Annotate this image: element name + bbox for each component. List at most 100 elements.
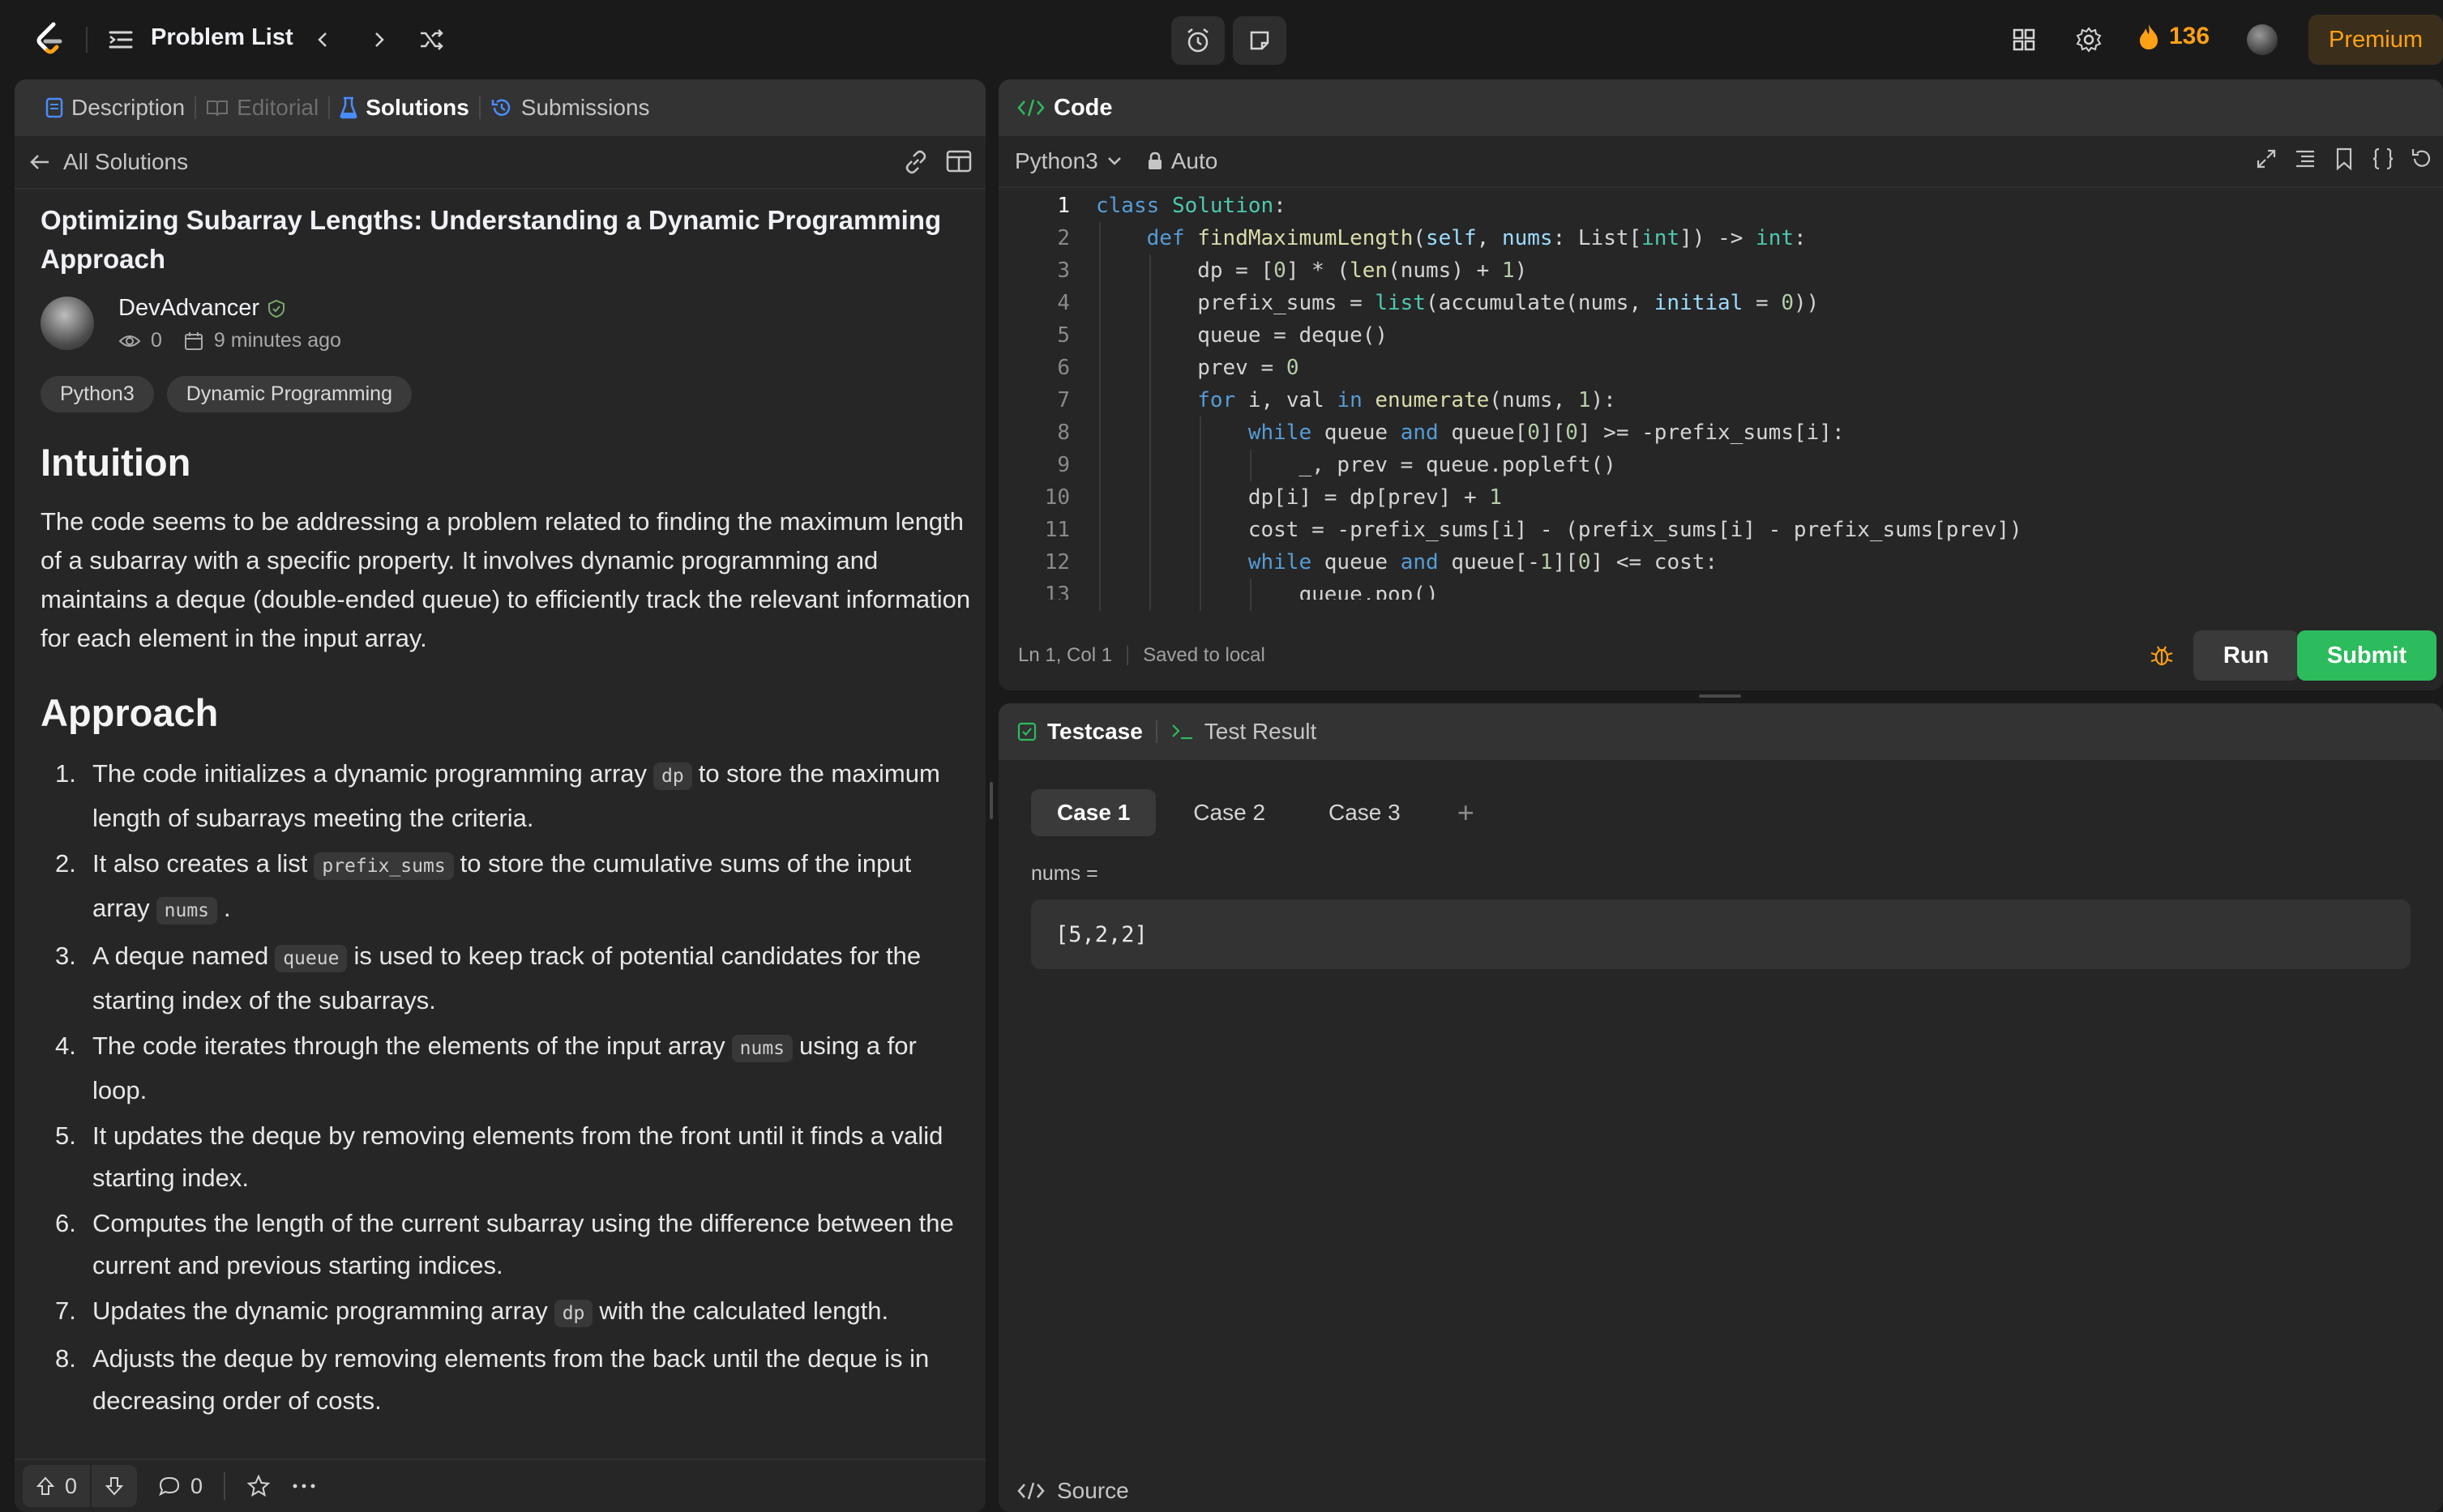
tab-solutions[interactable]: Solutions bbox=[330, 79, 479, 136]
solution-subbar: All Solutions bbox=[15, 136, 986, 190]
random-problem-button[interactable] bbox=[415, 23, 449, 57]
notes-button[interactable] bbox=[1233, 16, 1286, 65]
step-text: Updates the dynamic programming array bbox=[92, 1296, 548, 1325]
debugger-icon[interactable] bbox=[2148, 642, 2176, 669]
navbar-divider bbox=[86, 27, 88, 53]
code-line: 12 while queue and queue[-1][0] <= cost: bbox=[999, 546, 2443, 579]
code-text: dp[i] = dp[prev] + 1 bbox=[1096, 485, 1502, 510]
tab-testcase[interactable]: Testcase bbox=[1016, 719, 1143, 745]
code-line: 8 while queue and queue[0][0] >= -prefix… bbox=[999, 416, 2443, 449]
step-text: The code initializes a dynamic programmi… bbox=[92, 759, 648, 788]
tag-list: Python3 Dynamic Programming bbox=[41, 376, 973, 412]
inline-code: dp bbox=[653, 762, 692, 790]
code-editor[interactable]: 1 class Solution: 2 def findMaximumLength… bbox=[999, 190, 2443, 690]
prev-problem-button[interactable] bbox=[306, 23, 340, 57]
tab-editorial[interactable]: Editorial bbox=[196, 79, 328, 136]
code-text: queue.pop() bbox=[1096, 583, 1439, 600]
tag-python3[interactable]: Python3 bbox=[41, 376, 154, 412]
code-line: 7 for i, val in enumerate(nums, 1): bbox=[999, 384, 2443, 416]
tab-label: Submissions bbox=[520, 95, 650, 120]
bookmark-icon[interactable] bbox=[2331, 146, 2357, 172]
tab-description[interactable]: Description bbox=[36, 79, 195, 136]
submit-button[interactable]: Submit bbox=[2297, 630, 2437, 681]
list-item: 7. Updates the dynamic programming array d… bbox=[41, 1290, 973, 1335]
language-select[interactable]: Python3 bbox=[1015, 148, 1123, 174]
line-number: 4 bbox=[1057, 291, 1070, 315]
leetcode-logo[interactable] bbox=[29, 19, 70, 60]
tab-test-result[interactable]: Test Result bbox=[1170, 719, 1316, 745]
horizontal-resize-handle[interactable] bbox=[1699, 694, 1741, 698]
code-icon bbox=[1017, 99, 1045, 117]
code-text: dp = [0] * (len(nums) + 1) bbox=[1096, 258, 1528, 283]
add-case-button[interactable]: + bbox=[1457, 796, 1474, 830]
list-icon[interactable] bbox=[107, 26, 135, 53]
code-line: 13 queue.pop() bbox=[999, 579, 2443, 600]
all-solutions-back-button[interactable]: All Solutions bbox=[29, 149, 188, 175]
streak-counter[interactable]: 136 bbox=[2137, 23, 2210, 50]
terminal-icon bbox=[1172, 724, 1192, 740]
line-number: 1 bbox=[1057, 194, 1070, 218]
case-1-tab[interactable]: Case 1 bbox=[1031, 789, 1157, 836]
inline-code: nums bbox=[156, 897, 218, 925]
case-tabs: Case 1 Case 2 Case 3 + bbox=[1031, 789, 1474, 836]
step-number: 7. bbox=[55, 1296, 76, 1325]
author-name[interactable]: DevAdvancer bbox=[118, 295, 259, 322]
case-2-tab[interactable]: Case 2 bbox=[1167, 789, 1291, 836]
flame-icon bbox=[2140, 24, 2158, 49]
braces-icon[interactable] bbox=[2370, 146, 2396, 172]
language-label: Python3 bbox=[1015, 148, 1098, 173]
case-3-tab[interactable]: Case 3 bbox=[1303, 789, 1427, 836]
format-lines-icon[interactable] bbox=[2292, 146, 2318, 172]
code-line: 11 cost = -prefix_sums[i] - (prefix_sums… bbox=[999, 514, 2443, 546]
shuffle-icon bbox=[421, 29, 443, 50]
settings-button[interactable] bbox=[2072, 23, 2106, 57]
code-text: prev = 0 bbox=[1096, 356, 1299, 380]
vertical-resize-handle[interactable] bbox=[990, 782, 993, 819]
line-number: 2 bbox=[1057, 226, 1070, 250]
verified-badge-icon bbox=[268, 299, 285, 318]
premium-button[interactable]: Premium bbox=[2308, 15, 2443, 65]
comments-button[interactable]: 0 bbox=[158, 1474, 203, 1499]
code-line: 10 dp[i] = dp[prev] + 1 bbox=[999, 481, 2443, 514]
next-problem-button[interactable] bbox=[362, 23, 396, 57]
list-item: 8. Adjusts the deque by removing elements… bbox=[41, 1338, 973, 1422]
nums-input[interactable]: [5,2,2] bbox=[1031, 899, 2411, 969]
user-avatar[interactable] bbox=[2247, 24, 2278, 55]
run-button[interactable]: Run bbox=[2193, 630, 2299, 681]
upvote-count: 0 bbox=[65, 1473, 78, 1498]
source-button[interactable]: Source bbox=[1016, 1478, 1129, 1504]
upvote-button[interactable]: 0 bbox=[23, 1465, 90, 1507]
tab-submissions[interactable]: Submissions bbox=[481, 79, 660, 136]
timer-button[interactable] bbox=[1171, 16, 1225, 65]
nums-label: nums = bbox=[1031, 862, 1098, 885]
gear-icon bbox=[2076, 27, 2102, 53]
link-icon[interactable] bbox=[901, 147, 931, 177]
step-text: It updates the deque by removing element… bbox=[92, 1121, 943, 1192]
split-view-icon[interactable] bbox=[945, 147, 973, 175]
fullscreen-icon[interactable] bbox=[2253, 146, 2279, 172]
layout-button[interactable] bbox=[2007, 23, 2041, 57]
history-icon bbox=[491, 99, 510, 116]
tag-dynamic-programming[interactable]: Dynamic Programming bbox=[166, 376, 412, 412]
chevron-right-icon bbox=[375, 32, 384, 47]
checkbox-icon bbox=[1017, 722, 1037, 741]
step-number: 6. bbox=[55, 1209, 76, 1237]
downvote-button[interactable] bbox=[92, 1465, 137, 1507]
more-options-button[interactable] bbox=[292, 1482, 316, 1490]
flask-icon bbox=[340, 96, 357, 119]
favorite-button[interactable] bbox=[246, 1474, 271, 1498]
step-number: 4. bbox=[55, 1031, 76, 1060]
auto-mode-toggle[interactable]: Auto bbox=[1147, 148, 1217, 174]
chevron-down-icon bbox=[1107, 157, 1121, 165]
left-tab-bar: Description Editorial Solutions Submissi… bbox=[15, 79, 986, 136]
problem-list-link[interactable]: Problem List bbox=[151, 24, 293, 51]
reset-icon[interactable] bbox=[2409, 146, 2435, 172]
step-number: 3. bbox=[55, 942, 76, 970]
chevron-left-icon bbox=[318, 32, 327, 47]
code-text: queue = deque() bbox=[1096, 323, 1388, 348]
list-item: 1. The code initializes a dynamic program… bbox=[41, 753, 973, 839]
step-text: . bbox=[224, 894, 231, 922]
code-line: 4 prefix_sums = list(accumulate(nums, in… bbox=[999, 287, 2443, 319]
calendar-icon bbox=[184, 331, 203, 350]
author-avatar[interactable] bbox=[41, 297, 94, 350]
